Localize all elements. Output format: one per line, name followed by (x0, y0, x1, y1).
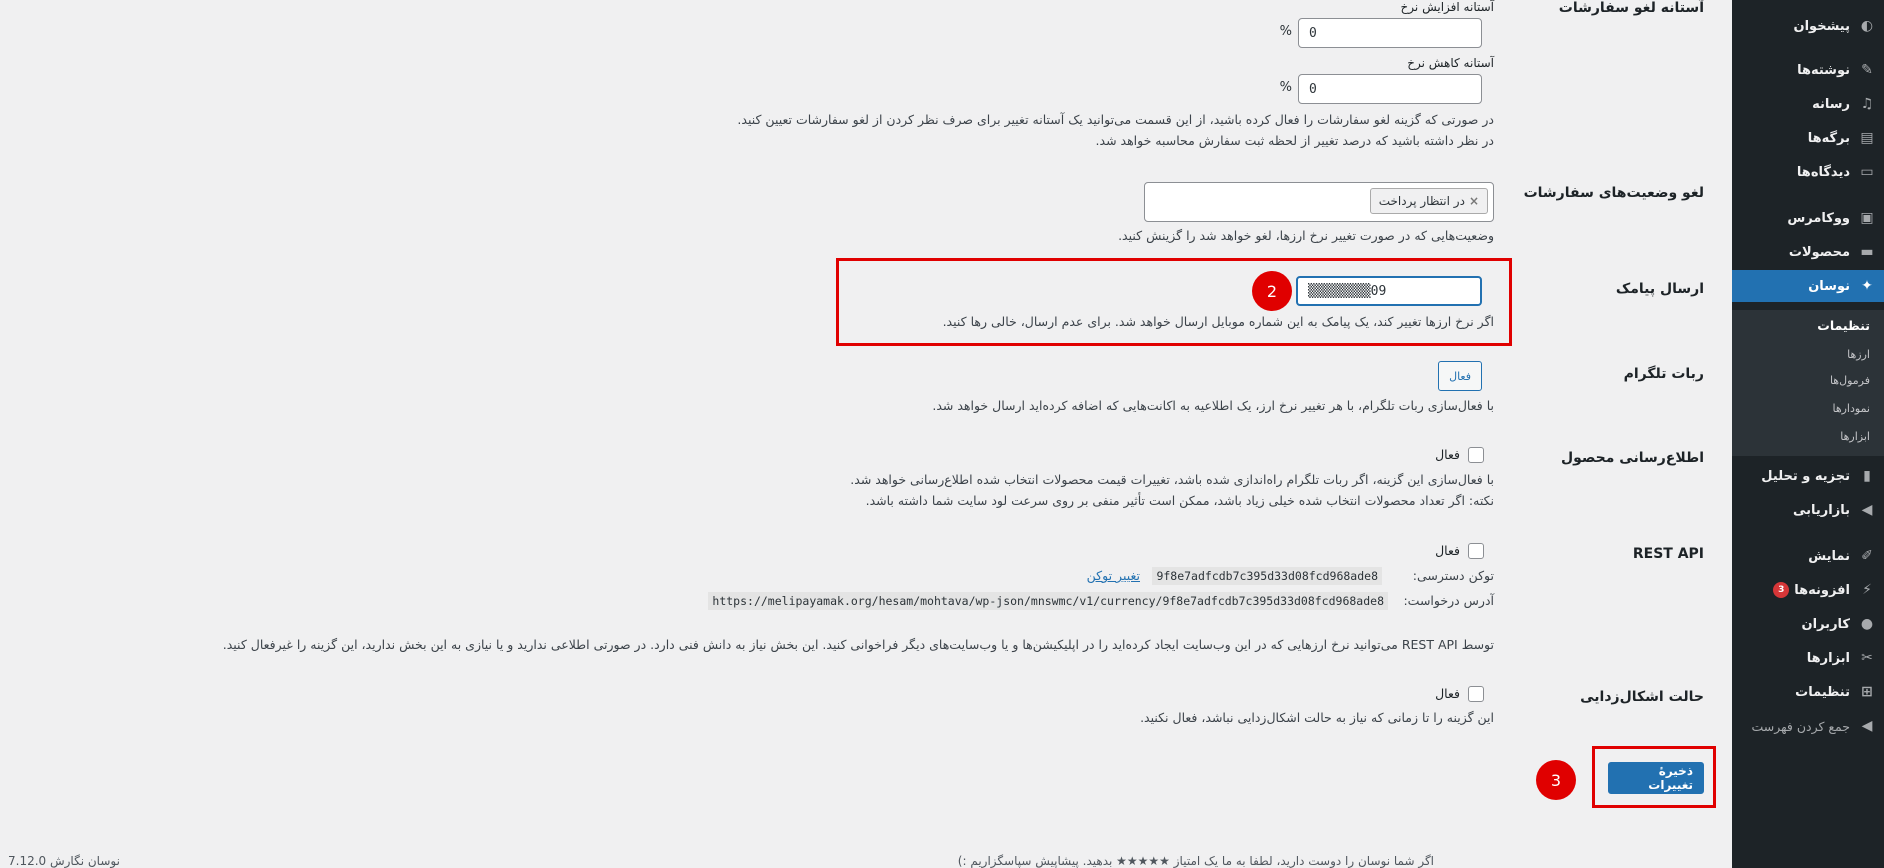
comment-icon: ▭ (1860, 164, 1874, 180)
admin-sidebar: ◐ پیشخوان ✎ نوشته‌ها ♫ رسانه ▤ برگه‌ها ▭… (1724, 0, 1884, 868)
rest-api-label: REST API (1632, 546, 1704, 562)
woo-icon: ▣ (1860, 210, 1874, 226)
footer-rating-text: اگر شما نوسان را دوست دارید، لطفا به ما … (957, 854, 1434, 868)
collapse-icon: ◀ (1861, 718, 1873, 734)
debug-mode-checkbox-label: فعال (1435, 686, 1460, 701)
menu-users[interactable]: ● کاربران (1732, 608, 1884, 640)
menu-dashboard[interactable]: ◐ پیشخوان (1732, 10, 1884, 42)
product-notify-label: اطلاع‌رسانی محصول (1560, 450, 1704, 466)
menu-tools[interactable]: ✂ ابزارها (1732, 642, 1884, 674)
menu-marketing[interactable]: ◀ بازاریابی (1732, 494, 1884, 526)
dashboard-icon: ◐ (1860, 18, 1874, 34)
telegram-desc: با فعال‌سازی ربات تلگرام، با هر تغییر نر… (932, 398, 1494, 413)
step-marker-2: 2 (1252, 271, 1292, 311)
brush-icon: ✐ (1861, 548, 1873, 564)
cancel-threshold-desc-2: در نظر داشته باشید که درصد تغییر از لحظه… (1095, 133, 1494, 148)
collapse-menu[interactable]: ◀ جمع کردن فهرست (1732, 710, 1884, 742)
menu-appearance[interactable]: ✐ نمایش (1732, 540, 1884, 572)
telegram-enable-button[interactable]: فعال (1438, 361, 1482, 391)
token-label: توکن دسترسی: (1412, 568, 1494, 583)
rest-api-desc: توسط REST API می‌توانید نرخ ارزهایی که د… (222, 637, 1494, 652)
increase-threshold-label: آستانه افزایش نرخ (1400, 0, 1494, 14)
product-notify-desc-2: نکته: اگر تعداد محصولات انتخاب شده خیلی … (865, 493, 1494, 508)
archive-icon: ▬ (1860, 244, 1874, 260)
increase-threshold-input[interactable]: 0 (1298, 18, 1482, 48)
product-notify-checkbox[interactable] (1468, 447, 1484, 463)
plugins-update-badge: 3 (1773, 582, 1790, 598)
rest-api-checkbox-label: فعال (1435, 543, 1460, 558)
request-url-label: آدرس درخواست: (1403, 593, 1494, 608)
chart-icon: ▮ (1863, 468, 1871, 484)
decrease-percent-sign: % (1279, 80, 1292, 95)
pin-icon: ✎ (1861, 62, 1873, 78)
increase-percent-sign: % (1279, 24, 1292, 39)
menu-navasan[interactable]: ✦ نوسان (1724, 270, 1884, 302)
menu-posts[interactable]: ✎ نوشته‌ها (1732, 54, 1884, 86)
product-notify-desc-1: با فعال‌سازی این گزینه، اگر ربات تلگرام … (850, 472, 1494, 487)
telegram-label: ربات تلگرام (1623, 366, 1704, 382)
cancel-statuses-select[interactable]: × در انتظار پرداخت (1144, 182, 1494, 222)
navasan-icon: ✦ (1861, 278, 1873, 294)
change-token-link[interactable]: تغییر توکن (1087, 568, 1140, 583)
menu-media[interactable]: ♫ رسانه (1732, 88, 1884, 120)
megaphone-icon: ◀ (1861, 502, 1873, 518)
cancel-statuses-desc: وضعیت‌هایی که در صورت تغییر نرخ ارزها، ل… (1118, 228, 1494, 243)
plugin-icon: ⚡ (1862, 582, 1872, 598)
submenu-tools[interactable]: ابزارها (1840, 430, 1870, 443)
status-tag: × در انتظار پرداخت (1369, 188, 1488, 214)
cancel-statuses-label: لغو وضعیت‌های سفارشات (1523, 185, 1704, 201)
step-marker-3: 3 (1536, 760, 1576, 800)
save-changes-button[interactable]: ذخیرهٔ تغییرات (1608, 762, 1704, 794)
decrease-threshold-input[interactable]: 0 (1298, 74, 1482, 104)
menu-products[interactable]: ▬ محصولات (1732, 236, 1884, 268)
menu-pages[interactable]: ▤ برگه‌ها (1732, 122, 1884, 154)
menu-woocommerce[interactable]: ▣ ووکامرس (1732, 202, 1884, 234)
media-icon: ♫ (1860, 96, 1874, 112)
sms-label: ارسال پیامک (1615, 281, 1704, 297)
access-token: 9f8e7adfcdb7c395d33d08fcd968ade8 (1152, 567, 1382, 585)
rest-api-checkbox[interactable] (1468, 543, 1484, 559)
footer-version: نوسان نگارش 7.12.0 (8, 854, 120, 868)
debug-mode-desc: این گزینه را تا زمانی که نیاز به حالت اش… (1140, 710, 1494, 725)
request-url: https://melipayamak.org/hesam/mohtava/wp… (708, 592, 1388, 610)
page-icon: ▤ (1860, 130, 1874, 146)
user-icon: ● (1860, 616, 1874, 632)
sms-desc: اگر نرخ ارزها تغییر کند، یک پیامک به این… (942, 314, 1494, 329)
menu-settings[interactable]: ⊞ تنظیمات (1732, 676, 1884, 708)
cancel-threshold-label: آستانه لغو سفارشات (1558, 0, 1704, 16)
cancel-threshold-desc-1: در صورتی که گزینه لغو سفارشات را فعال کر… (737, 112, 1494, 127)
tag-remove-icon[interactable]: × (1469, 194, 1479, 208)
submenu-formulas[interactable]: فرمول‌ها (1830, 374, 1870, 387)
wrench-icon: ✂ (1861, 650, 1873, 666)
decrease-threshold-label: آستانه کاهش نرخ (1407, 56, 1494, 70)
navasan-submenu: تنظیمات ارزها فرمول‌ها نمودارها ابزارها (1732, 310, 1884, 456)
submenu-currencies[interactable]: ارزها (1847, 348, 1870, 361)
settings-icon: ⊞ (1861, 684, 1873, 700)
product-notify-checkbox-label: فعال (1435, 447, 1460, 462)
sms-phone-input[interactable]: 09▒▒▒▒▒▒▒▒ (1296, 276, 1482, 306)
menu-comments[interactable]: ▭ دیدگاه‌ها (1732, 156, 1884, 188)
debug-mode-checkbox[interactable] (1468, 686, 1484, 702)
submenu-charts[interactable]: نمودارها (1832, 402, 1870, 415)
menu-plugins[interactable]: ⚡ افزونه‌ها 3 (1732, 574, 1884, 606)
submenu-settings[interactable]: تنظیمات (1817, 318, 1870, 333)
menu-analytics[interactable]: ▮ تجزیه و تحلیل (1732, 460, 1884, 492)
debug-mode-label: حالت اشکال‌زدایی (1580, 689, 1704, 705)
